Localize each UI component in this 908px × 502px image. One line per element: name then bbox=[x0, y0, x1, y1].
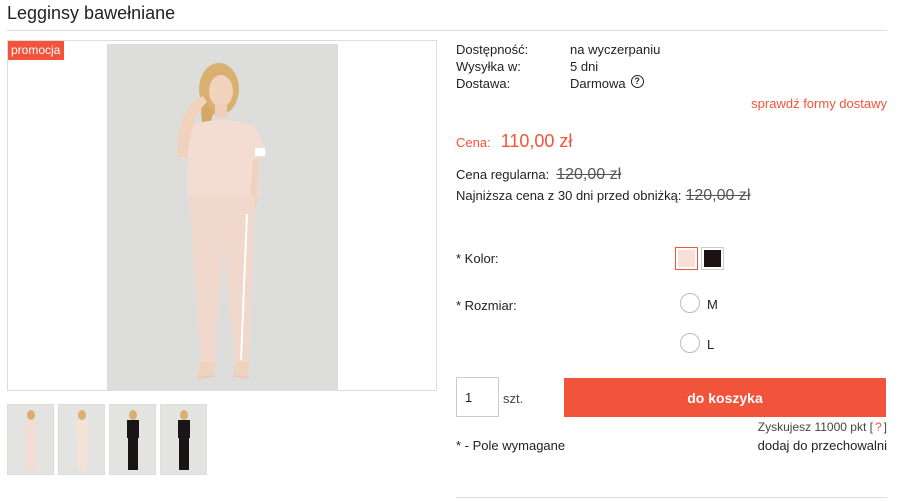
points-close-bracket: ] bbox=[883, 420, 887, 434]
help-icon[interactable]: ? bbox=[630, 75, 644, 88]
lowest-price-label: Najniższa cena z 30 dni przed obniżką: bbox=[456, 188, 682, 203]
swatch-fill bbox=[704, 250, 721, 267]
quantity-input[interactable] bbox=[456, 377, 499, 417]
product-main-image[interactable]: promocja bbox=[7, 40, 437, 391]
regular-price-label: Cena regularna: bbox=[456, 167, 550, 182]
quantity-unit: szt. bbox=[503, 391, 524, 406]
size-label: * Rozmiar: bbox=[456, 298, 517, 313]
availability-value: na wyczerpaniu bbox=[570, 42, 661, 57]
size-radio-m[interactable] bbox=[680, 293, 700, 313]
loyalty-points: Zyskujesz 11000 pkt [?] bbox=[758, 420, 887, 434]
bottom-divider bbox=[456, 497, 887, 498]
product-info-list: Dostępność: na wyczerpaniu Wysyłka w: 5 … bbox=[456, 41, 660, 92]
availability-row: Dostępność: na wyczerpaniu bbox=[456, 41, 660, 58]
model-figure-illustration bbox=[175, 63, 267, 379]
color-swatch-pink[interactable] bbox=[675, 247, 698, 270]
price-value: 110,00 zł bbox=[500, 131, 573, 151]
add-to-cart-button[interactable]: do koszyka bbox=[564, 378, 886, 417]
price-label: Cena: bbox=[456, 135, 491, 150]
lowest-price-row: Najniższa cena z 30 dni przed obniżką: 1… bbox=[456, 187, 750, 205]
size-option-m: M bbox=[707, 297, 718, 312]
promo-badge: promocja bbox=[8, 41, 65, 60]
delivery-value: Darmowa bbox=[570, 76, 626, 91]
shipping-time-label: Wysyłka w: bbox=[456, 59, 521, 74]
delivery-row: Dostawa: Darmowa ? bbox=[456, 75, 660, 92]
size-radio-l[interactable] bbox=[680, 333, 700, 353]
thumbnail-figure bbox=[25, 410, 37, 470]
regular-price-value: 120,00 zł bbox=[556, 166, 622, 183]
lowest-price-value: 120,00 zł bbox=[685, 187, 751, 204]
swatch-fill bbox=[678, 250, 695, 267]
color-swatch-black[interactable] bbox=[701, 247, 724, 270]
add-to-storage-link[interactable]: dodaj do przechowalni bbox=[758, 438, 887, 453]
shipping-time-value: 5 dni bbox=[570, 59, 599, 74]
thumbnail-figure bbox=[127, 410, 139, 470]
thumbnail-1[interactable] bbox=[7, 404, 54, 475]
color-label: * Kolor: bbox=[456, 251, 499, 266]
availability-label: Dostępność: bbox=[456, 42, 529, 57]
shipping-time-row: Wysyłka w: 5 dni bbox=[456, 58, 660, 75]
product-photo bbox=[107, 44, 338, 390]
points-help-link[interactable]: ? bbox=[873, 420, 884, 434]
thumbnail-figure bbox=[178, 410, 190, 470]
shipping-options-link[interactable]: sprawdź formy dostawy bbox=[751, 96, 887, 111]
thumbnail-2[interactable] bbox=[58, 404, 105, 475]
delivery-label: Dostawa: bbox=[456, 76, 511, 91]
required-fields-note: * - Pole wymagane bbox=[456, 438, 566, 453]
price-row: Cena: 110,00 zł bbox=[456, 131, 572, 152]
thumbnail-4[interactable] bbox=[160, 404, 207, 475]
regular-price-row: Cena regularna: 120,00 zł bbox=[456, 166, 621, 184]
size-option-l: L bbox=[707, 337, 715, 352]
product-title: Legginsy bawełniane bbox=[7, 3, 176, 23]
thumbnail-3[interactable] bbox=[109, 404, 156, 475]
title-divider bbox=[7, 30, 887, 31]
thumbnail-strip bbox=[7, 404, 207, 475]
thumbnail-figure bbox=[76, 410, 88, 470]
points-text: Zyskujesz 11000 pkt [ bbox=[757, 420, 873, 434]
